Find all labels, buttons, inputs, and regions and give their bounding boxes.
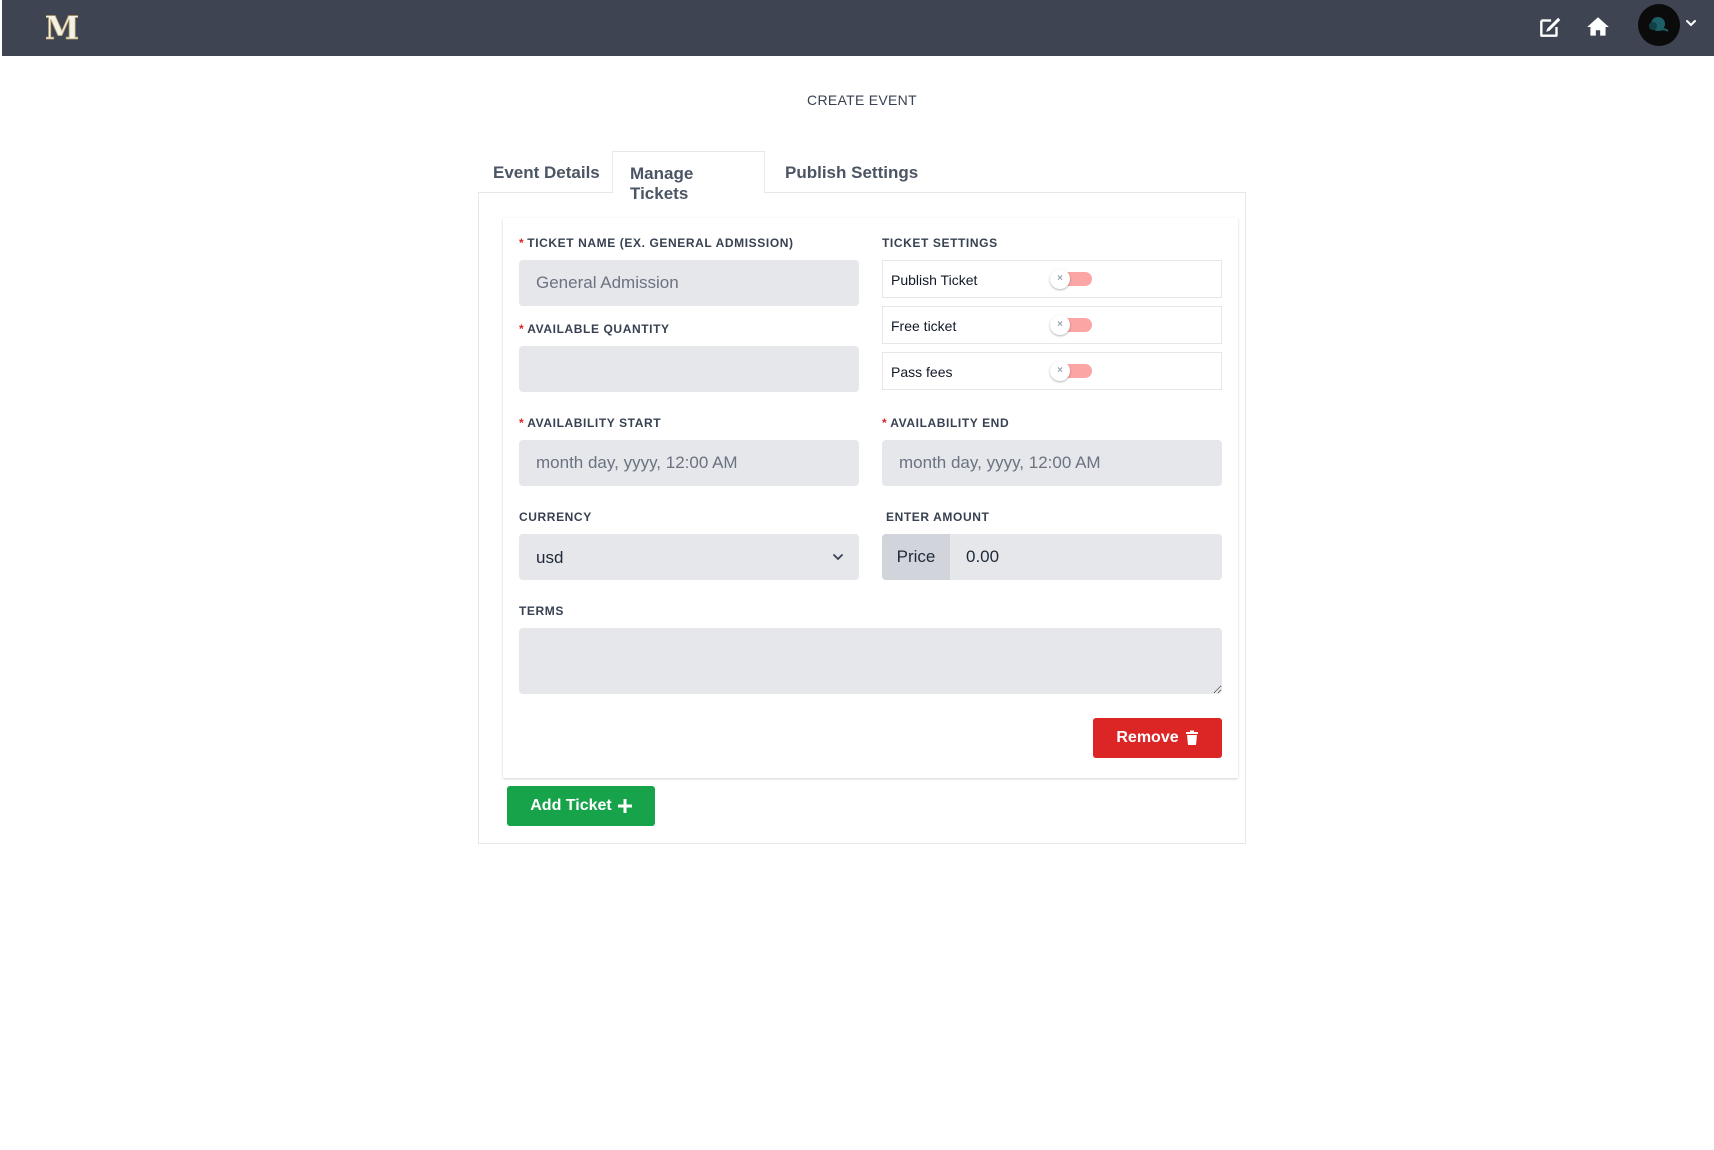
avatar-image	[1649, 17, 1669, 32]
tab-manage-tickets[interactable]: Manage Tickets	[612, 151, 765, 203]
tab-publish-settings[interactable]: Publish Settings	[785, 151, 918, 193]
availability-start-input[interactable]	[519, 440, 859, 486]
enter-amount-label: Enter Amount	[886, 510, 990, 524]
setting-label: Free ticket	[891, 318, 957, 334]
ticket-name-label: * Ticket Name (ex. General Admission)	[519, 236, 794, 250]
free-ticket-toggle[interactable]: ×	[1050, 315, 1094, 335]
availability-end-input[interactable]	[882, 440, 1222, 486]
close-icon: ×	[1050, 269, 1070, 289]
available-quantity-label: * Available Quantity	[519, 322, 670, 336]
plus-icon	[617, 799, 632, 813]
currency-label: Currency	[519, 510, 592, 524]
top-navbar: M	[2, 0, 1714, 56]
add-ticket-label: Add Ticket	[530, 797, 612, 814]
chevron-down-icon	[833, 554, 843, 561]
price-input[interactable]	[950, 534, 1222, 580]
remove-button-label: Remove	[1116, 729, 1179, 746]
close-icon: ×	[1050, 315, 1070, 335]
available-quantity-label-text: Available Quantity	[527, 322, 670, 336]
setting-label: Publish Ticket	[891, 272, 978, 288]
ticket-name-input[interactable]	[519, 260, 859, 306]
ticket-name-label-text: Ticket Name (ex. General Admission)	[527, 236, 794, 250]
currency-value: usd	[536, 548, 564, 567]
setting-publish-ticket: Publish Ticket ×	[882, 260, 1222, 298]
availability-end-label-text: Availability End	[890, 416, 1010, 430]
required-marker: *	[519, 236, 525, 250]
setting-free-ticket: Free ticket ×	[882, 306, 1222, 344]
svg-text:M: M	[46, 9, 78, 46]
edit-icon[interactable]	[1537, 14, 1563, 40]
tab-event-details[interactable]: Event Details	[493, 151, 600, 193]
required-marker: *	[519, 416, 525, 430]
price-input-group: Price	[882, 534, 1222, 580]
currency-select[interactable]: usd	[519, 534, 859, 580]
home-icon[interactable]	[1585, 14, 1611, 40]
brand-logo[interactable]: M	[46, 8, 78, 46]
page-title: CREATE EVENT	[807, 92, 917, 108]
availability-start-label-text: Availability Start	[527, 416, 662, 430]
add-ticket-button[interactable]: Add Ticket	[507, 786, 655, 826]
required-marker: *	[882, 416, 888, 430]
price-addon: Price	[882, 534, 950, 580]
setting-pass-fees: Pass fees ×	[882, 352, 1222, 390]
availability-start-label: * Availability Start	[519, 416, 661, 430]
available-quantity-input[interactable]	[519, 346, 859, 392]
chevron-down-icon[interactable]	[1684, 16, 1698, 30]
publish-ticket-toggle[interactable]: ×	[1050, 269, 1094, 289]
pass-fees-toggle[interactable]: ×	[1050, 361, 1094, 381]
avatar[interactable]	[1638, 4, 1680, 46]
terms-label: Terms	[519, 604, 564, 618]
required-marker: *	[519, 322, 525, 336]
availability-end-label: * Availability End	[882, 416, 1009, 430]
remove-button[interactable]: Remove	[1093, 718, 1222, 758]
setting-label: Pass fees	[891, 364, 953, 380]
terms-textarea[interactable]	[519, 628, 1222, 694]
close-icon: ×	[1050, 361, 1070, 381]
ticket-settings-label: Ticket Settings	[882, 236, 998, 250]
trash-icon	[1185, 730, 1198, 745]
